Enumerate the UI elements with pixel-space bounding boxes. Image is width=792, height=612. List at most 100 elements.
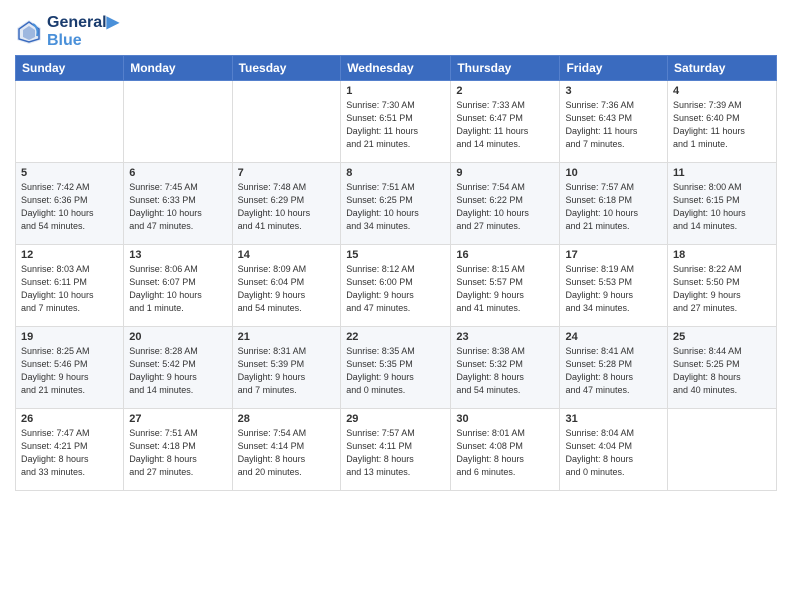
day-info: Sunrise: 8:15 AM Sunset: 5:57 PM Dayligh…	[456, 263, 554, 315]
day-info: Sunrise: 8:35 AM Sunset: 5:35 PM Dayligh…	[346, 345, 445, 397]
calendar-cell	[16, 81, 124, 163]
calendar-cell: 29 Sunrise: 7:57 AM Sunset: 4:11 PM Dayli…	[341, 409, 451, 491]
logo-icon	[15, 18, 43, 46]
day-number: 27	[129, 413, 226, 425]
day-info: Sunrise: 7:33 AM Sunset: 6:47 PM Dayligh…	[456, 99, 554, 151]
day-info: Sunrise: 8:19 AM Sunset: 5:53 PM Dayligh…	[565, 263, 662, 315]
day-number: 10	[565, 167, 662, 179]
day-number: 29	[346, 413, 445, 425]
calendar-cell: 15 Sunrise: 8:12 AM Sunset: 6:00 PM Dayli…	[341, 245, 451, 327]
day-info: Sunrise: 8:00 AM Sunset: 6:15 PM Dayligh…	[673, 181, 771, 233]
day-number: 23	[456, 331, 554, 343]
calendar-cell: 13Sunrise: 8:06 AM Sunset: 6:07 PM Dayli…	[124, 245, 232, 327]
day-info: Sunrise: 8:28 AM Sunset: 5:42 PM Dayligh…	[129, 345, 226, 397]
calendar-cell: 24 Sunrise: 8:41 AM Sunset: 5:28 PM Dayli…	[560, 327, 668, 409]
day-info: Sunrise: 7:57 AM Sunset: 4:11 PM Dayligh…	[346, 427, 445, 479]
day-number: 20	[129, 331, 226, 343]
day-info: Sunrise: 7:57 AM Sunset: 6:18 PM Dayligh…	[565, 181, 662, 233]
week-row-4: 19 Sunrise: 8:25 AM Sunset: 5:46 PM Dayli…	[16, 327, 777, 409]
weekday-header-sunday: Sunday	[16, 56, 124, 81]
calendar-cell: 21 Sunrise: 8:31 AM Sunset: 5:39 PM Dayli…	[232, 327, 341, 409]
day-info: Sunrise: 8:01 AM Sunset: 4:08 PM Dayligh…	[456, 427, 554, 479]
day-number: 1	[346, 85, 445, 97]
day-number: 5	[21, 167, 118, 179]
day-info: Sunrise: 7:39 AM Sunset: 6:40 PM Dayligh…	[673, 99, 771, 151]
day-info: Sunrise: 8:38 AM Sunset: 5:32 PM Dayligh…	[456, 345, 554, 397]
day-number: 19	[21, 331, 118, 343]
day-info: Sunrise: 8:09 AM Sunset: 6:04 PM Dayligh…	[238, 263, 336, 315]
calendar-cell: 10 Sunrise: 7:57 AM Sunset: 6:18 PM Dayli…	[560, 163, 668, 245]
day-info: Sunrise: 7:51 AM Sunset: 4:18 PM Dayligh…	[129, 427, 226, 479]
day-number: 8	[346, 167, 445, 179]
day-number: 21	[238, 331, 336, 343]
calendar-cell: 16 Sunrise: 8:15 AM Sunset: 5:57 PM Dayli…	[451, 245, 560, 327]
day-info: Sunrise: 8:41 AM Sunset: 5:28 PM Dayligh…	[565, 345, 662, 397]
day-info: Sunrise: 7:30 AM Sunset: 6:51 PM Dayligh…	[346, 99, 445, 151]
day-number: 12	[21, 249, 118, 261]
page-container: General▶ Blue SundayMondayTuesdayWednesd…	[0, 0, 792, 501]
calendar-cell: 6 Sunrise: 7:45 AM Sunset: 6:33 PM Daylig…	[124, 163, 232, 245]
calendar-cell	[668, 409, 777, 491]
day-number: 17	[565, 249, 662, 261]
day-number: 15	[346, 249, 445, 261]
calendar-table: SundayMondayTuesdayWednesdayThursdayFrid…	[15, 55, 777, 491]
calendar-cell: 14 Sunrise: 8:09 AM Sunset: 6:04 PM Dayli…	[232, 245, 341, 327]
day-info: Sunrise: 8:12 AM Sunset: 6:00 PM Dayligh…	[346, 263, 445, 315]
calendar-cell: 1 Sunrise: 7:30 AM Sunset: 6:51 PM Daylig…	[341, 81, 451, 163]
day-info: Sunrise: 7:36 AM Sunset: 6:43 PM Dayligh…	[565, 99, 662, 151]
day-number: 24	[565, 331, 662, 343]
day-info: Sunrise: 8:03 AM Sunset: 6:11 PM Dayligh…	[21, 263, 118, 315]
calendar-cell: 23 Sunrise: 8:38 AM Sunset: 5:32 PM Dayli…	[451, 327, 560, 409]
calendar-cell: 8 Sunrise: 7:51 AM Sunset: 6:25 PM Daylig…	[341, 163, 451, 245]
day-info: Sunrise: 7:54 AM Sunset: 4:14 PM Dayligh…	[238, 427, 336, 479]
calendar-cell: 11 Sunrise: 8:00 AM Sunset: 6:15 PM Dayli…	[668, 163, 777, 245]
weekday-header-friday: Friday	[560, 56, 668, 81]
logo: General▶ Blue	[15, 14, 119, 49]
day-number: 16	[456, 249, 554, 261]
day-info: Sunrise: 8:44 AM Sunset: 5:25 PM Dayligh…	[673, 345, 771, 397]
day-info: Sunrise: 8:25 AM Sunset: 5:46 PM Dayligh…	[21, 345, 118, 397]
day-number: 22	[346, 331, 445, 343]
calendar-cell: 5 Sunrise: 7:42 AM Sunset: 6:36 PM Daylig…	[16, 163, 124, 245]
day-info: Sunrise: 7:48 AM Sunset: 6:29 PM Dayligh…	[238, 181, 336, 233]
day-info: Sunrise: 8:31 AM Sunset: 5:39 PM Dayligh…	[238, 345, 336, 397]
calendar-cell: 9Sunrise: 7:54 AM Sunset: 6:22 PM Daylig…	[451, 163, 560, 245]
day-number: 6	[129, 167, 226, 179]
calendar-cell: 22 Sunrise: 8:35 AM Sunset: 5:35 PM Dayli…	[341, 327, 451, 409]
day-number: 30	[456, 413, 554, 425]
calendar-cell: 25Sunrise: 8:44 AM Sunset: 5:25 PM Dayli…	[668, 327, 777, 409]
weekday-header-monday: Monday	[124, 56, 232, 81]
weekday-header-thursday: Thursday	[451, 56, 560, 81]
header: General▶ Blue	[15, 10, 777, 49]
calendar-cell: 30 Sunrise: 8:01 AM Sunset: 4:08 PM Dayli…	[451, 409, 560, 491]
day-number: 31	[565, 413, 662, 425]
calendar-cell: 4 Sunrise: 7:39 AM Sunset: 6:40 PM Daylig…	[668, 81, 777, 163]
weekday-header-wednesday: Wednesday	[341, 56, 451, 81]
day-info: Sunrise: 7:51 AM Sunset: 6:25 PM Dayligh…	[346, 181, 445, 233]
calendar-cell: 26Sunrise: 7:47 AM Sunset: 4:21 PM Dayli…	[16, 409, 124, 491]
day-number: 14	[238, 249, 336, 261]
day-info: Sunrise: 8:22 AM Sunset: 5:50 PM Dayligh…	[673, 263, 771, 315]
day-number: 26	[21, 413, 118, 425]
day-info: Sunrise: 7:45 AM Sunset: 6:33 PM Dayligh…	[129, 181, 226, 233]
day-number: 11	[673, 167, 771, 179]
day-number: 7	[238, 167, 336, 179]
logo-text: General▶ Blue	[47, 14, 119, 49]
calendar-cell: 12 Sunrise: 8:03 AM Sunset: 6:11 PM Dayli…	[16, 245, 124, 327]
day-info: Sunrise: 8:04 AM Sunset: 4:04 PM Dayligh…	[565, 427, 662, 479]
calendar-cell: 31 Sunrise: 8:04 AM Sunset: 4:04 PM Dayli…	[560, 409, 668, 491]
day-number: 4	[673, 85, 771, 97]
calendar-cell: 27 Sunrise: 7:51 AM Sunset: 4:18 PM Dayli…	[124, 409, 232, 491]
day-number: 13	[129, 249, 226, 261]
day-number: 9	[456, 167, 554, 179]
calendar-cell	[232, 81, 341, 163]
calendar-cell: 18 Sunrise: 8:22 AM Sunset: 5:50 PM Dayli…	[668, 245, 777, 327]
day-number: 3	[565, 85, 662, 97]
week-row-5: 26Sunrise: 7:47 AM Sunset: 4:21 PM Dayli…	[16, 409, 777, 491]
day-number: 28	[238, 413, 336, 425]
calendar-cell: 3 Sunrise: 7:36 AM Sunset: 6:43 PM Daylig…	[560, 81, 668, 163]
calendar-cell: 17 Sunrise: 8:19 AM Sunset: 5:53 PM Dayli…	[560, 245, 668, 327]
calendar-cell	[124, 81, 232, 163]
day-info: Sunrise: 7:42 AM Sunset: 6:36 PM Dayligh…	[21, 181, 118, 233]
day-number: 18	[673, 249, 771, 261]
